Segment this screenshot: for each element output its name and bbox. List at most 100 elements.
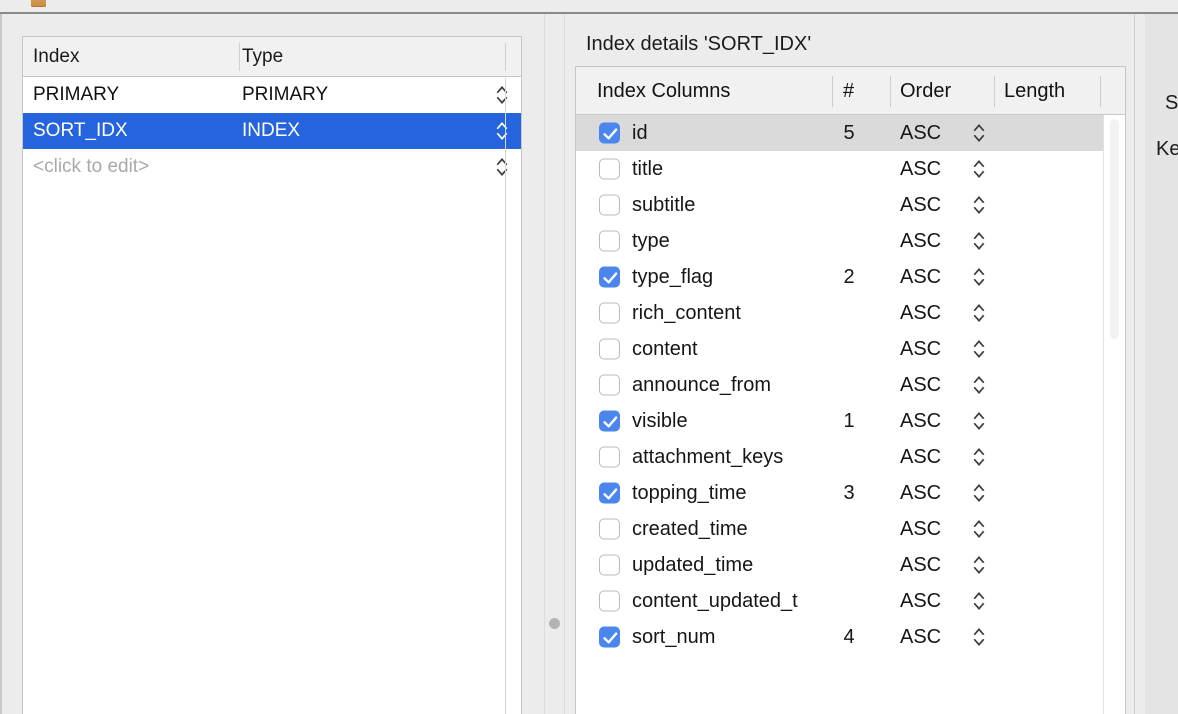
column-name[interactable]: attachment_keys [632, 439, 832, 475]
index-row[interactable]: PRIMARY PRIMARY [23, 77, 521, 113]
column-order-value[interactable]: ASC [900, 151, 941, 187]
order-stepper-icon[interactable] [972, 590, 986, 612]
index-column-row[interactable]: topping_time 3 ASC [576, 475, 1125, 511]
column-name[interactable]: announce_from [632, 367, 832, 403]
column-order-value[interactable]: ASC [900, 223, 941, 259]
column-include-checkbox[interactable] [599, 374, 620, 396]
index-column-row[interactable]: subtitle ASC [576, 187, 1125, 223]
column-name[interactable]: id [632, 115, 832, 151]
index-list-header-type[interactable]: Type [242, 37, 504, 77]
column-order-value[interactable]: ASC [900, 187, 941, 223]
splitter-handle-dot[interactable] [549, 618, 560, 629]
column-seq-number[interactable] [834, 151, 864, 187]
index-row[interactable]: SORT_IDX INDEX [23, 113, 521, 149]
order-stepper-icon[interactable] [972, 266, 986, 288]
column-header-divider-4[interactable] [1100, 76, 1101, 107]
column-header-divider-3[interactable] [994, 76, 995, 107]
column-include-checkbox[interactable] [599, 338, 620, 360]
column-include-checkbox[interactable] [599, 302, 620, 324]
column-seq-number[interactable] [834, 187, 864, 223]
order-stepper-icon[interactable] [972, 338, 986, 360]
index-list-header-divider-2[interactable] [505, 43, 506, 71]
column-seq-number[interactable]: 1 [834, 403, 864, 439]
column-header-divider-2[interactable] [890, 76, 891, 107]
column-seq-number[interactable] [834, 367, 864, 403]
stepper-up-down-icon[interactable] [495, 156, 509, 178]
column-header-seq[interactable]: # [843, 67, 854, 115]
column-include-checkbox[interactable] [599, 266, 620, 288]
index-column-row[interactable]: announce_from ASC [576, 367, 1125, 403]
index-column-row[interactable]: content_updated_t ASC [576, 583, 1125, 619]
order-stepper-icon[interactable] [972, 374, 986, 396]
column-seq-number[interactable]: 2 [834, 259, 864, 295]
index-row-name[interactable]: <click to edit> [33, 149, 239, 185]
column-order-value[interactable]: ASC [900, 619, 941, 655]
column-header-divider-1[interactable] [832, 76, 833, 107]
column-order-value[interactable]: ASC [900, 439, 941, 475]
column-header-index-columns[interactable]: Index Columns [597, 67, 730, 115]
index-list-header-divider-1[interactable] [239, 43, 240, 71]
table-tab-icon[interactable] [31, 0, 46, 7]
index-column-row[interactable]: visible 1 ASC [576, 403, 1125, 439]
column-name[interactable]: created_time [632, 511, 832, 547]
index-row-type[interactable]: INDEX [242, 113, 502, 149]
column-order-value[interactable]: ASC [900, 403, 941, 439]
order-stepper-icon[interactable] [972, 554, 986, 576]
index-column-row[interactable]: type ASC [576, 223, 1125, 259]
column-include-checkbox[interactable] [599, 482, 620, 504]
column-include-checkbox[interactable] [599, 194, 620, 216]
stepper-up-down-icon[interactable] [495, 84, 509, 106]
column-name[interactable]: content_updated_t [632, 583, 832, 619]
column-seq-number[interactable] [834, 223, 864, 259]
index-column-row[interactable]: rich_content ASC [576, 295, 1125, 331]
order-stepper-icon[interactable] [972, 410, 986, 432]
index-columns-scrollbar-thumb[interactable] [1110, 119, 1119, 339]
column-name[interactable]: title [632, 151, 832, 187]
order-stepper-icon[interactable] [972, 518, 986, 540]
column-name[interactable]: rich_content [632, 295, 832, 331]
index-row-name[interactable]: SORT_IDX [33, 113, 239, 149]
column-name[interactable]: topping_time [632, 475, 832, 511]
column-seq-number[interactable]: 4 [834, 619, 864, 655]
column-name[interactable]: type_flag [632, 259, 832, 295]
column-header-length[interactable]: Length [1004, 67, 1065, 115]
index-column-row[interactable]: type_flag 2 ASC [576, 259, 1125, 295]
column-order-value[interactable]: ASC [900, 115, 941, 151]
order-stepper-icon[interactable] [972, 230, 986, 252]
column-order-value[interactable]: ASC [900, 295, 941, 331]
column-name[interactable]: sort_num [632, 619, 832, 655]
order-stepper-icon[interactable] [972, 194, 986, 216]
column-include-checkbox[interactable] [599, 446, 620, 468]
column-include-checkbox[interactable] [599, 626, 620, 648]
column-include-checkbox[interactable] [599, 122, 620, 144]
column-seq-number[interactable]: 5 [834, 115, 864, 151]
column-include-checkbox[interactable] [599, 410, 620, 432]
order-stepper-icon[interactable] [972, 158, 986, 180]
column-include-checkbox[interactable] [599, 230, 620, 252]
index-row[interactable]: <click to edit> [23, 149, 521, 185]
column-name[interactable]: subtitle [632, 187, 832, 223]
column-order-value[interactable]: ASC [900, 367, 941, 403]
index-row-type[interactable]: PRIMARY [242, 77, 502, 113]
index-row-name[interactable]: PRIMARY [33, 77, 239, 113]
index-column-row[interactable]: title ASC [576, 151, 1125, 187]
column-name[interactable]: content [632, 331, 832, 367]
index-column-row[interactable]: id 5 ASC [576, 115, 1125, 151]
column-seq-number[interactable] [834, 439, 864, 475]
column-order-value[interactable]: ASC [900, 331, 941, 367]
index-column-row[interactable]: updated_time ASC [576, 547, 1125, 583]
column-name[interactable]: updated_time [632, 547, 832, 583]
column-seq-number[interactable] [834, 295, 864, 331]
index-column-row[interactable]: attachment_keys ASC [576, 439, 1125, 475]
order-stepper-icon[interactable] [972, 482, 986, 504]
column-order-value[interactable]: ASC [900, 259, 941, 295]
column-order-value[interactable]: ASC [900, 583, 941, 619]
index-columns-scrollbar[interactable] [1103, 115, 1125, 714]
column-seq-number[interactable] [834, 583, 864, 619]
column-order-value[interactable]: ASC [900, 547, 941, 583]
index-column-row[interactable]: sort_num 4 ASC [576, 619, 1125, 655]
order-stepper-icon[interactable] [972, 446, 986, 468]
panel-splitter[interactable] [540, 14, 568, 714]
column-seq-number[interactable] [834, 547, 864, 583]
column-seq-number[interactable] [834, 511, 864, 547]
